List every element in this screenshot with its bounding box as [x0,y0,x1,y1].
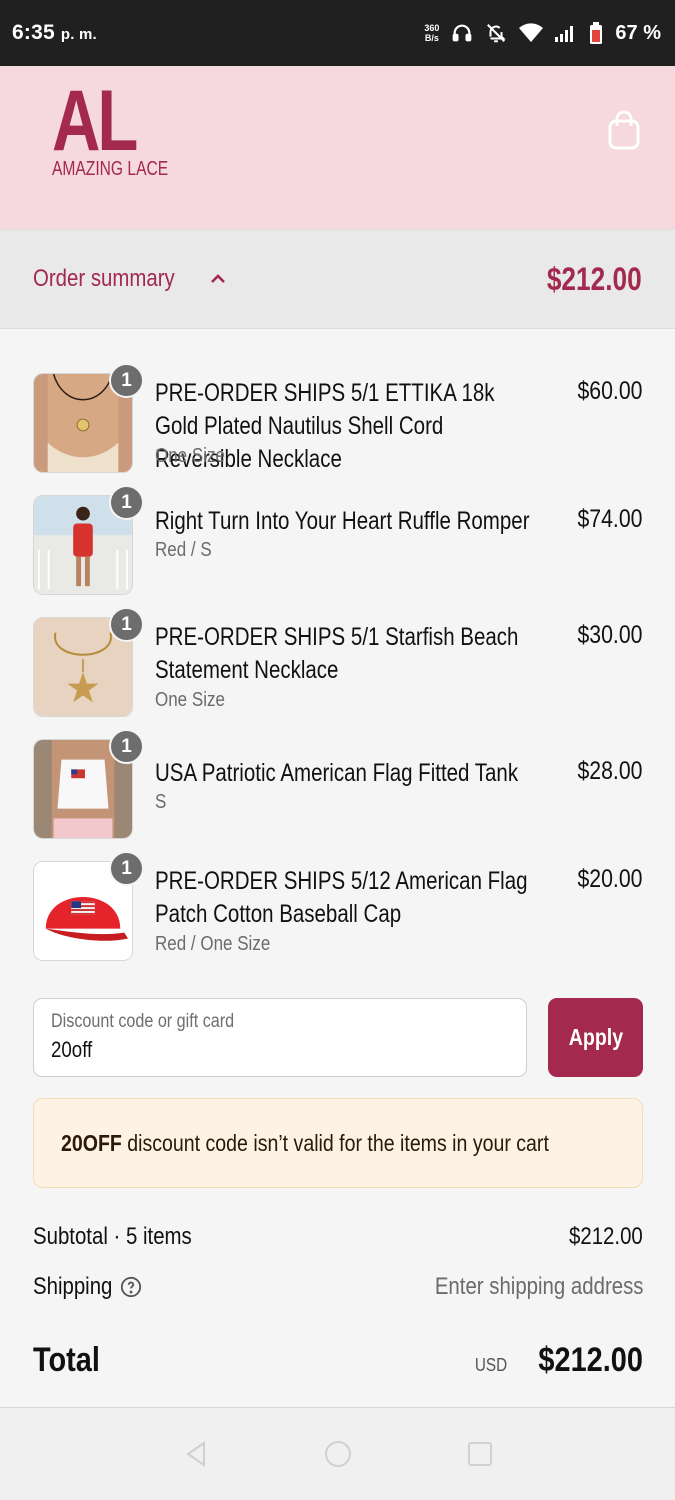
item-variant: One Size [155,689,225,711]
discount-field-label: Discount code or gift card [51,1011,235,1032]
status-time-value: 6:35 [12,21,55,44]
item-price: $30.00 [577,621,642,649]
quantity-badge: 1 [109,607,144,642]
total-value: $212.00 [538,1340,643,1379]
item-variant: S [155,791,167,813]
shipping-value: Enter shipping address [434,1273,643,1300]
back-icon[interactable] [180,1438,212,1470]
order-summary-toggle[interactable]: Order summary [33,265,226,293]
total-row: Total USD $212.00 [33,1336,643,1384]
signal-icon [555,24,577,42]
status-bar: 6:35 p. m. 360 B/s 67 % [0,0,675,66]
discount-field-value[interactable]: 20off [51,1037,440,1063]
quantity-badge: 1 [109,485,144,520]
home-icon[interactable] [322,1438,354,1470]
discount-error-message: 20OFF discount code isn’t valid for the … [61,1130,549,1157]
subtotal-value: $212.00 [569,1223,643,1250]
shipping-label-group: Shipping [33,1273,142,1301]
item-price: $60.00 [577,377,642,405]
battery-level: 67 % [615,21,661,44]
total-label: Total [33,1340,100,1379]
discount-error-text: discount code isn’t valid for the items … [121,1129,549,1156]
logo-mark: AL [52,73,138,169]
shipping-label: Shipping [33,1273,113,1300]
total-amount-group: USD $212.00 [472,1341,643,1380]
apply-button-label: Apply [568,1024,623,1050]
status-time: 6:35 p. m. [12,21,97,45]
item-price: $74.00 [577,505,642,533]
discount-error-banner: 20OFF discount code isn’t valid for the … [33,1098,643,1188]
bell-off-icon [485,22,507,44]
order-summary-total: $212.00 [547,260,642,297]
item-variant: Red / S [155,539,212,561]
currency-code: USD [474,1354,508,1375]
subtotal-label: Subtotal · 5 items [33,1223,192,1250]
apply-button[interactable]: Apply [548,998,643,1077]
wifi-icon [519,23,544,43]
recents-icon[interactable] [464,1438,496,1470]
item-variant: Red / One Size [155,933,271,955]
quantity-badge: 1 [109,729,144,764]
network-speed: 360 B/s [424,23,439,43]
shipping-row: Shipping Enter shipping address [33,1269,643,1305]
store-header: AL AMAZING LACE [0,66,675,229]
status-icons: 360 B/s 67 % [424,22,661,45]
order-summary-bar: Order summary $212.00 [0,229,675,329]
battery-icon [589,22,603,44]
network-speed-value: 360 [424,23,440,33]
item-name: USA Patriotic American Flag Fitted Tank [155,759,519,787]
item-name: PRE-ORDER SHIPS 5/12 American Flag Patch… [155,867,528,928]
headphones-icon [451,22,473,44]
help-circle-icon[interactable] [120,1276,142,1298]
item-name: Right Turn Into Your Heart Ruffle Romper [155,507,530,535]
quantity-badge: 1 [109,851,144,886]
quantity-badge: 1 [109,363,144,398]
item-variant: One Size [155,445,225,467]
item-price: $20.00 [577,865,642,893]
chevron-up-icon [210,274,225,283]
store-logo[interactable]: AL AMAZING LACE [52,73,169,181]
item-name: PRE-ORDER SHIPS 5/1 Starfish Beach State… [155,623,519,684]
discount-error-code: 20OFF [61,1129,122,1156]
system-nav-bar [0,1408,675,1500]
shopping-bag-icon[interactable] [604,108,644,152]
item-price: $28.00 [577,757,642,785]
network-speed-unit: B/s [424,33,439,43]
order-summary-label: Order summary [33,265,175,292]
discount-code-input[interactable]: Discount code or gift card 20off [33,998,527,1077]
subtotal-row: Subtotal · 5 items $212.00 [33,1219,643,1255]
status-time-ampm: p. m. [60,26,97,43]
logo-name: AMAZING LACE [52,158,169,180]
